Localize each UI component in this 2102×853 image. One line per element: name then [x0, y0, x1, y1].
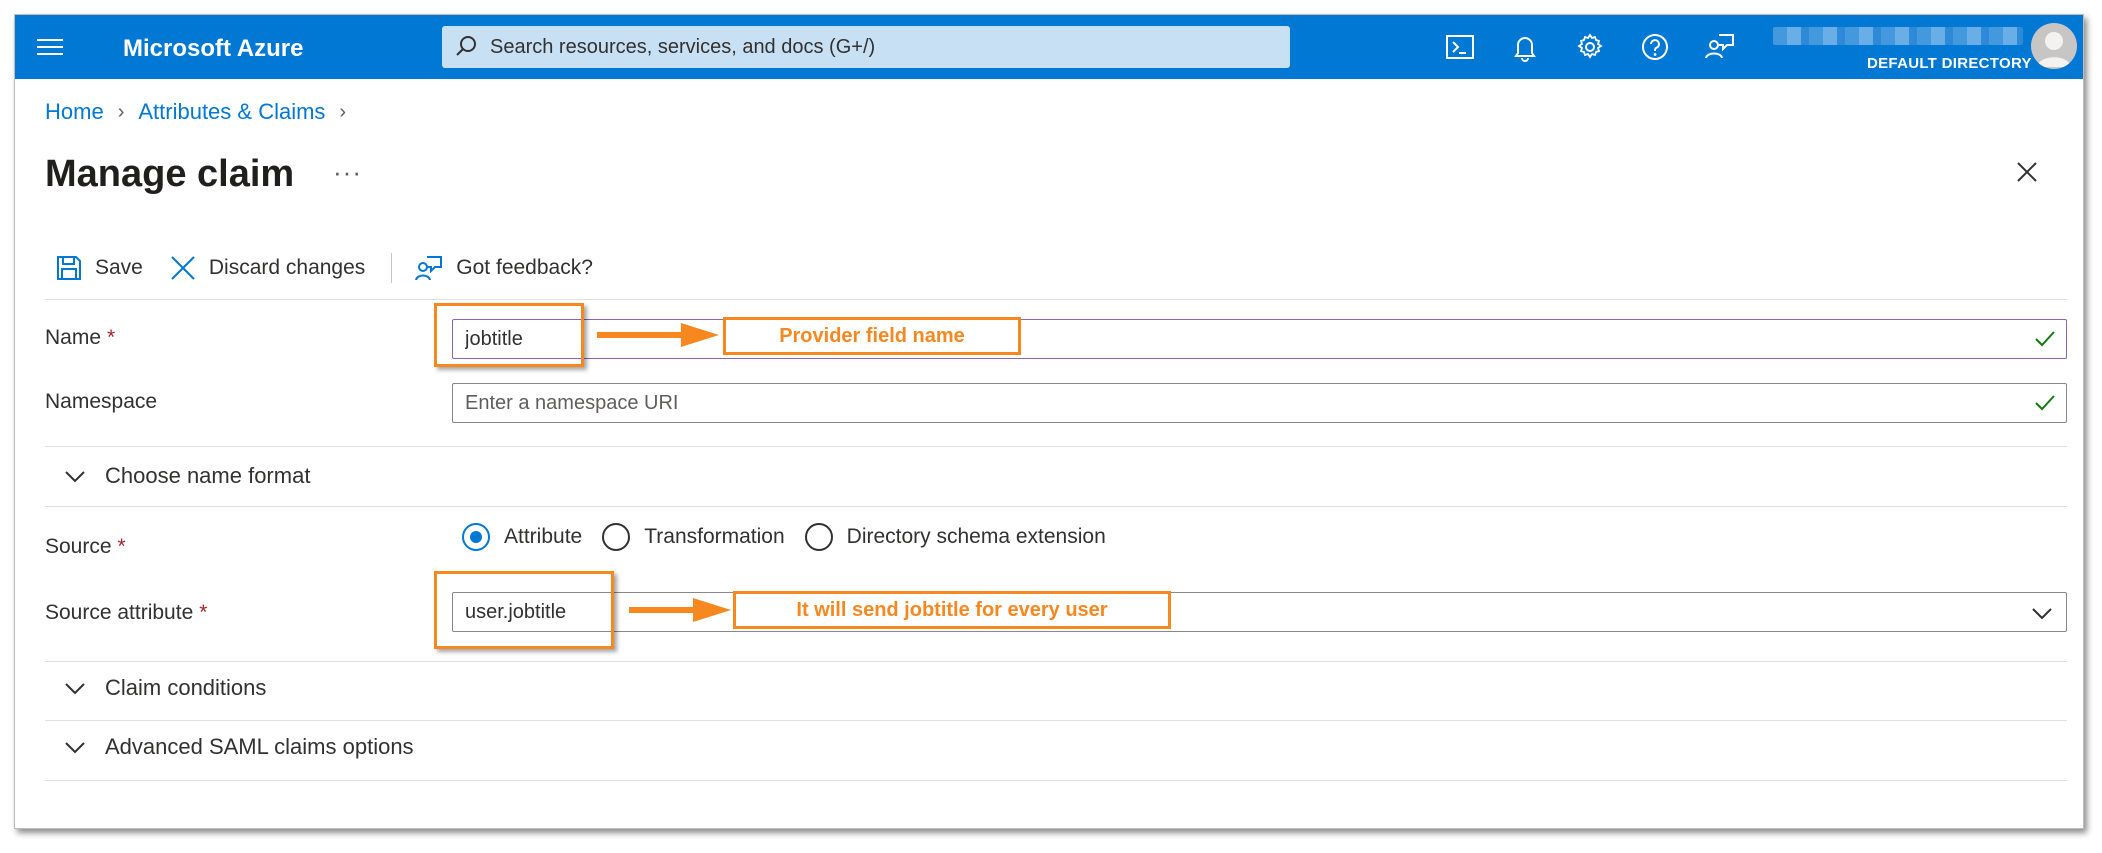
source-radio-group: Attribute Transformation Directory schem…: [462, 523, 1126, 551]
cloud-shell-icon[interactable]: [1444, 31, 1476, 63]
settings-icon[interactable]: [1574, 31, 1606, 63]
annotation-arrow-icon: [597, 323, 719, 347]
annotation-name-callout: Provider field name: [723, 317, 1021, 355]
radio-attribute[interactable]: Attribute: [462, 523, 582, 551]
chevron-right-icon: ›: [339, 100, 347, 123]
directory-name[interactable]: DEFAULT DIRECTORY: [1867, 55, 2032, 72]
breadcrumb: Home › Attributes & Claims ›: [45, 99, 360, 125]
advanced-saml-options-toggle[interactable]: Advanced SAML claims options: [63, 734, 414, 760]
name-label: Name *: [45, 326, 116, 349]
save-label: Save: [95, 256, 143, 279]
chevron-down-icon: [65, 471, 85, 483]
chevron-down-icon: [65, 683, 85, 695]
divider: [45, 661, 2067, 662]
namespace-label: Namespace: [45, 390, 158, 413]
required-marker: *: [199, 601, 208, 624]
account-name-redacted[interactable]: [1773, 27, 2023, 45]
radio-transformation[interactable]: Transformation: [602, 523, 785, 551]
page-title: Manage claim: [45, 153, 295, 195]
discard-label: Discard changes: [208, 256, 366, 279]
hamburger-menu-icon[interactable]: [37, 34, 63, 60]
divider: [45, 446, 2067, 447]
radio-unselected-icon: [602, 523, 631, 551]
feedback-label: Got feedback?: [456, 256, 593, 279]
choose-name-format-toggle[interactable]: Choose name format: [63, 463, 310, 489]
got-feedback-button[interactable]: Got feedback?: [414, 254, 593, 282]
notifications-icon[interactable]: [1509, 31, 1541, 63]
brand-title[interactable]: Microsoft Azure: [123, 35, 303, 63]
radio-transformation-label: Transformation: [644, 525, 785, 548]
toolbar-divider: [391, 253, 393, 283]
radio-directory-schema-extension[interactable]: Directory schema extension: [804, 523, 1106, 551]
discard-icon: [171, 256, 195, 280]
annotation-arrow-icon: [629, 598, 731, 622]
valid-check-icon: [2032, 326, 2058, 352]
divider: [45, 720, 2067, 721]
claim-conditions-toggle[interactable]: Claim conditions: [63, 675, 266, 701]
save-button[interactable]: Save: [55, 254, 143, 282]
chevron-down-icon: [2032, 608, 2052, 620]
namespace-field[interactable]: [452, 383, 2067, 423]
feedback-icon[interactable]: [1704, 31, 1736, 63]
more-options-button[interactable]: ···: [333, 157, 362, 188]
source-label: Source *: [45, 535, 126, 558]
radio-directory-schema-extension-label: Directory schema extension: [846, 525, 1106, 548]
top-bar: Microsoft Azure Search resources, servic…: [15, 15, 2083, 79]
azure-portal-window: Microsoft Azure Search resources, servic…: [14, 14, 2084, 829]
help-icon[interactable]: [1639, 31, 1671, 63]
breadcrumb-attributes-claims[interactable]: Attributes & Claims: [138, 99, 325, 125]
search-input[interactable]: [490, 35, 1270, 59]
global-search[interactable]: [442, 26, 1290, 68]
save-icon: [57, 256, 81, 280]
search-icon: [442, 26, 490, 68]
radio-unselected-icon: [804, 523, 833, 551]
required-marker: *: [107, 326, 116, 349]
annotation-highlight-source-attribute: [434, 571, 614, 649]
advanced-saml-options-label: Advanced SAML claims options: [105, 734, 414, 759]
discard-changes-button[interactable]: Discard changes: [169, 254, 365, 282]
divider: [45, 299, 2067, 300]
valid-check-icon: [2032, 390, 2058, 416]
annotation-source-callout: It will send jobtitle for every user: [733, 591, 1171, 629]
required-marker: *: [117, 535, 126, 558]
avatar[interactable]: [2031, 23, 2077, 69]
radio-selected-icon: [462, 523, 490, 551]
divider: [45, 780, 2067, 781]
chevron-right-icon: ›: [117, 100, 125, 123]
close-icon[interactable]: [2010, 155, 2044, 189]
chevron-down-icon: [65, 742, 85, 754]
source-attribute-label: Source attribute *: [45, 601, 208, 624]
command-bar: Save Discard changes Got feedback?: [55, 247, 619, 289]
claim-conditions-label: Claim conditions: [105, 675, 267, 700]
choose-name-format-label: Choose name format: [105, 463, 311, 488]
radio-attribute-label: Attribute: [504, 525, 583, 548]
annotation-highlight-name: [434, 303, 584, 367]
feedback-person-icon: [415, 256, 443, 281]
divider: [45, 506, 2067, 507]
breadcrumb-home[interactable]: Home: [45, 99, 104, 125]
